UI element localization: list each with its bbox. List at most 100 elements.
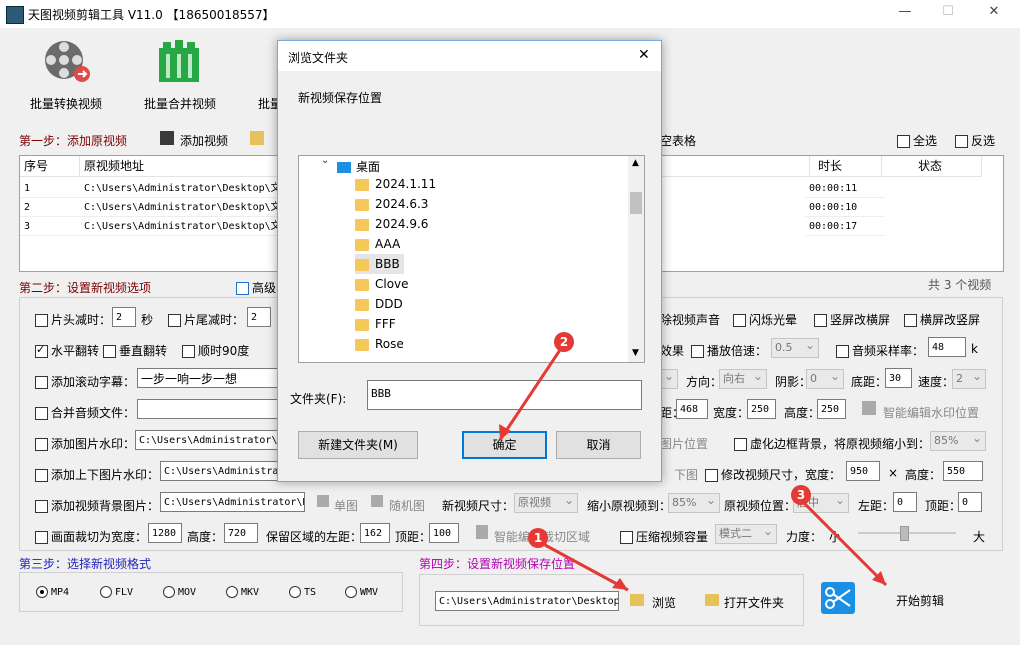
row3-path[interactable]: C:\Users\Administrator\Desktop\文 — [80, 217, 281, 236]
col-index-header[interactable]: 序号 — [20, 156, 80, 177]
dialog-close-button[interactable]: ✕ — [638, 47, 650, 63]
minimize-button[interactable]: — — [895, 4, 915, 22]
scroll-down-icon[interactable]: ▼ — [632, 348, 639, 358]
direction-select[interactable]: 向右 — [719, 367, 767, 389]
browse-button[interactable]: 浏览 — [652, 594, 676, 611]
sample-rate-input[interactable]: 48 — [928, 337, 966, 357]
scissors-icon[interactable] — [821, 582, 855, 614]
subtitle-input[interactable]: 一步一响一步一想 — [137, 368, 282, 388]
expand-chevron-icon[interactable]: ⌄ — [321, 156, 329, 166]
resize-checkbox[interactable]: 修改视频尺寸，宽度： — [705, 466, 841, 483]
batch-convert-icon[interactable] — [40, 38, 92, 87]
tree-root-desktop[interactable]: 桌面 — [337, 158, 380, 175]
batch-merge-button[interactable]: 批量合并视频 — [144, 95, 216, 112]
new-size-select[interactable]: 原视频 — [514, 491, 578, 513]
down-img-button[interactable]: 下图 — [674, 466, 698, 483]
height-input[interactable]: 250 — [817, 399, 846, 419]
compress-select[interactable]: 模式二 — [715, 522, 777, 544]
keep-top-input[interactable]: 100 — [429, 523, 459, 543]
select-all-button[interactable]: 全选 — [897, 132, 937, 149]
tree-folder-4[interactable]: AAA — [355, 234, 400, 254]
row2-path[interactable]: C:\Users\Administrator\Desktop\文 — [80, 198, 281, 217]
row1-path[interactable]: C:\Users\Administrator\Desktop\文 — [80, 179, 281, 198]
batch-convert-button[interactable]: 批量转换视频 — [30, 95, 102, 112]
vflip-checkbox[interactable]: 垂直翻转 — [103, 342, 167, 359]
smart-watermark-button[interactable]: 智能编辑水印位置 — [883, 404, 979, 421]
resize-height-input[interactable]: 550 — [943, 461, 983, 481]
topbottom-watermark-checkbox[interactable]: 添加上下图片水印： — [35, 466, 159, 483]
row3-index[interactable]: 3 — [20, 217, 80, 236]
format-flv[interactable]: FLV — [100, 586, 133, 598]
tree-folder-2[interactable]: 2024.6.3 — [355, 194, 428, 214]
format-ts[interactable]: TS — [289, 586, 316, 598]
subtitle-style-select[interactable] — [660, 367, 678, 389]
remove-audio-label[interactable]: 除视频声音 — [660, 311, 720, 328]
left-input[interactable]: 0 — [893, 492, 917, 512]
scroll-up-icon[interactable]: ▲ — [632, 158, 639, 168]
format-wmv[interactable]: WMV — [345, 586, 378, 598]
img-watermark-checkbox[interactable]: 添加图片水印： — [35, 435, 135, 452]
invert-button[interactable]: 反选 — [955, 132, 995, 149]
clear-table-button[interactable]: 空表格 — [660, 132, 696, 149]
bottom-input[interactable]: 30 — [885, 368, 912, 388]
single-image-button[interactable]: 单图 — [334, 497, 358, 514]
maximize-button[interactable]: ☐ — [938, 4, 958, 22]
col-status-header[interactable]: 状态 — [882, 156, 982, 177]
tree-folder-8[interactable]: FFF — [355, 314, 396, 334]
open-folder-button[interactable]: 打开文件夹 — [724, 594, 784, 611]
hflip-checkbox[interactable]: 水平翻转 — [35, 342, 99, 359]
format-mov[interactable]: MOV — [163, 586, 196, 598]
tree-folder-9[interactable]: Rose — [355, 334, 404, 354]
col-duration-header[interactable]: 时长 — [810, 156, 882, 177]
bg-image-checkbox[interactable]: 添加视频背景图片： — [35, 497, 159, 514]
row3-duration[interactable]: 00:00:17 — [805, 217, 885, 236]
top-input[interactable]: 0 — [958, 492, 982, 512]
merge-audio-input[interactable] — [137, 399, 282, 419]
width-input[interactable]: 250 — [747, 399, 776, 419]
random-image-button[interactable]: 随机图 — [389, 497, 425, 514]
folder-tree[interactable]: ⌄ 桌面 2024.1.11 2024.6.3 2024.9.6 AAA BBB… — [298, 155, 645, 363]
compress-checkbox[interactable]: 压缩视频容量 — [620, 528, 708, 545]
resize-width-input[interactable]: 950 — [846, 461, 880, 481]
keep-left-input[interactable]: 162 — [360, 523, 390, 543]
row1-index[interactable]: 1 — [20, 179, 80, 198]
crop-height-input[interactable]: 720 — [224, 523, 258, 543]
sample-rate-checkbox[interactable]: 音频采样率： — [836, 342, 924, 359]
tree-folder-5-selected[interactable]: BBB — [355, 254, 404, 274]
topbottom-input[interactable]: C:\Users\Administrator\D — [160, 461, 280, 481]
row1-duration[interactable]: 00:00:11 — [805, 179, 885, 198]
crop-width-input[interactable]: 1280 — [148, 523, 182, 543]
flash-checkbox[interactable]: 闪烁光晕 — [733, 311, 797, 328]
speed2-select[interactable]: 2 — [952, 367, 986, 389]
row2-duration[interactable]: 00:00:10 — [805, 198, 885, 217]
dist-input[interactable]: 468 — [676, 399, 708, 419]
rot90-checkbox[interactable]: 顺时90度 — [182, 342, 249, 359]
head-trim-checkbox[interactable]: 片头减时： — [35, 311, 111, 328]
format-mp4[interactable]: MP4 — [36, 586, 69, 598]
batch-merge-icon[interactable] — [157, 38, 207, 89]
row2-index[interactable]: 2 — [20, 198, 80, 217]
img-position-button[interactable]: 图片位置 — [660, 435, 708, 452]
close-button[interactable]: ✕ — [984, 4, 1004, 22]
merge-audio-checkbox[interactable]: 合并音频文件： — [35, 404, 135, 421]
start-edit-button[interactable]: 开始剪辑 — [896, 592, 944, 609]
tail-trim-input[interactable]: 2 — [247, 307, 271, 327]
tail-trim-checkbox[interactable]: 片尾减时： — [168, 311, 244, 328]
img-watermark-input[interactable]: C:\Users\Administrator\De — [135, 430, 280, 450]
new-folder-button[interactable]: 新建文件夹(M) — [298, 431, 418, 459]
add-video-button[interactable]: 添加视频 — [180, 132, 228, 149]
head-trim-input[interactable]: 2 — [112, 307, 136, 327]
h2v-checkbox[interactable]: 横屏改竖屏 — [904, 311, 980, 328]
scroll-thumb[interactable] — [630, 192, 642, 214]
crop-checkbox[interactable]: 画面裁切为宽度： — [35, 528, 147, 545]
bg-image-input[interactable]: C:\Users\Administrator\D — [160, 492, 305, 512]
cancel-button[interactable]: 取消 — [556, 431, 641, 459]
save-path-input[interactable]: C:\Users\Administrator\Desktop — [435, 591, 619, 611]
effect-label[interactable]: 效果 — [660, 342, 684, 359]
force-slider-thumb[interactable] — [900, 526, 909, 541]
tree-scrollbar[interactable]: ▲ ▼ — [628, 156, 644, 362]
tree-folder-1[interactable]: 2024.1.11 — [355, 174, 436, 194]
shrink-select[interactable]: 85% — [668, 491, 720, 513]
format-mkv[interactable]: MKV — [226, 586, 259, 598]
tree-folder-6[interactable]: Clove — [355, 274, 409, 294]
